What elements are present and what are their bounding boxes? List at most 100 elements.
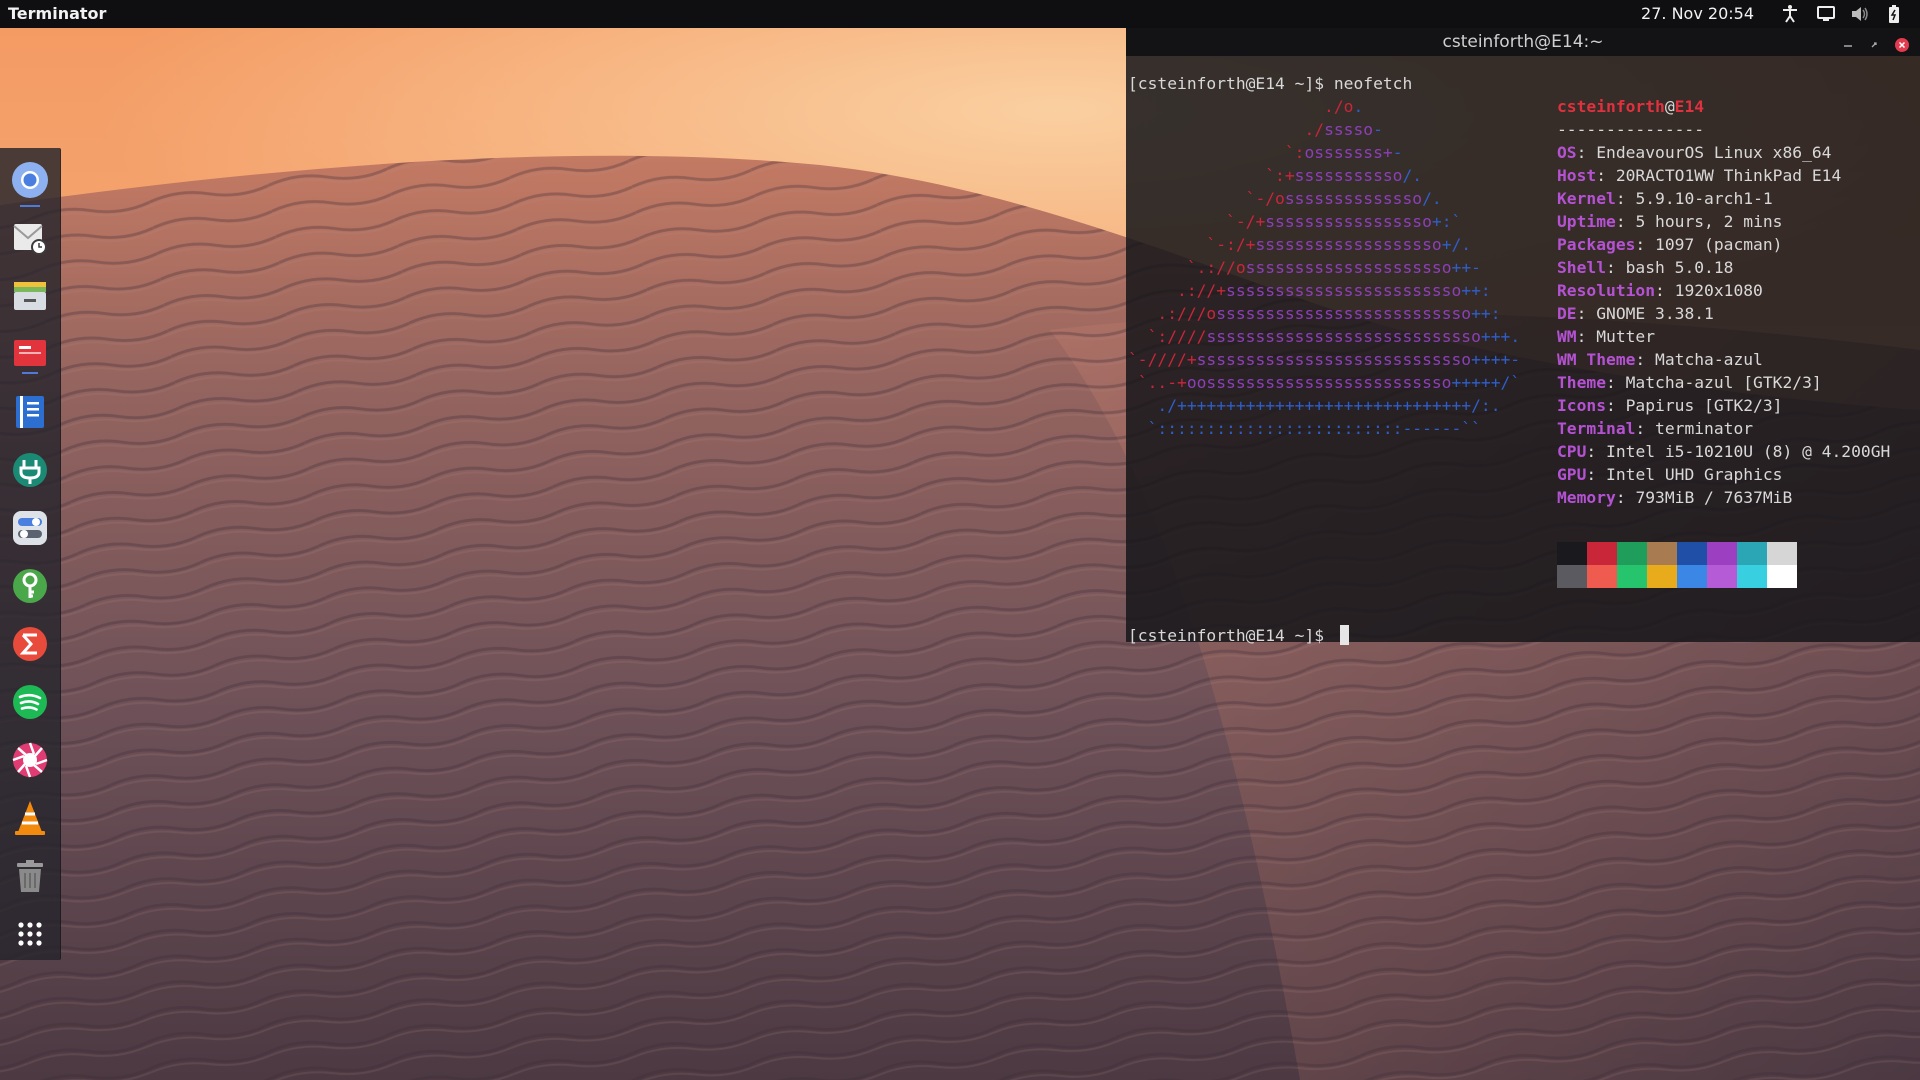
screen-icon[interactable] [1816,4,1836,24]
separator: --------------- [1557,120,1705,139]
color-swatch [1677,542,1707,565]
minimize-icon[interactable] [1840,34,1856,50]
color-swatch [1557,542,1587,565]
info-colon: : [1606,396,1626,415]
key-icon [13,569,47,603]
info-line: WM: Mutter [1557,325,1655,348]
sigma-icon [13,627,47,661]
logo-line: `-////+ssssssssssssssssssssssssssso++++- [1128,348,1520,371]
logo-indent [1128,258,1187,277]
dock-item-keyring[interactable] [8,564,52,608]
info-key: Host [1557,166,1597,185]
logo-blue-part: ++: [1461,281,1491,300]
info-value: Intel i5-10210U (8) @ 4.200GH [1606,442,1891,461]
dock-item-files[interactable] [8,274,52,318]
logo-indent [1128,212,1226,231]
dock-item-chromium[interactable] [8,158,52,207]
info-key: Terminal [1557,419,1636,438]
volume-icon[interactable] [1850,4,1870,24]
dock-item-apps[interactable] [8,912,52,956]
info-value: Matcha-azul [1655,350,1763,369]
at-sign: @ [1664,97,1675,116]
info-colon: : [1586,442,1607,461]
toggle-settings-icon [13,511,47,545]
dock-item-trash[interactable] [8,854,52,898]
color-swatch [1617,542,1647,565]
logo-line: .:///ossssssssssssssssssssssssso++: [1128,302,1501,325]
logo-purple-part: ssssssssssssssssssssssso [1226,281,1462,300]
dock-item-notes[interactable] [8,390,52,434]
logo-red-part: `://// [1147,327,1207,346]
logo-line: `.://osssssssssssssssssssso++- [1128,256,1481,279]
logo-indent [1128,166,1265,185]
logo-red-part: .://+ [1177,281,1227,300]
info-line: DE: GNOME 3.38.1 [1557,302,1714,325]
info-line: Packages: 1097 (pacman) [1557,233,1782,256]
terminal-window[interactable]: csteinforth@E14:~ [csteinforth@E14 ~]$ n… [1126,28,1920,645]
username: csteinforth [1557,97,1665,116]
info-colon: : [1606,373,1626,392]
logo-line: `:osssssss+- [1128,141,1403,164]
dock-item-spotify[interactable] [8,680,52,724]
logo-indent [1128,97,1324,116]
info-colon: : [1596,166,1616,185]
info-key: Memory [1557,488,1616,507]
logo-indent [1128,235,1206,254]
color-swatch [1767,542,1797,565]
accessibility-icon[interactable] [1780,4,1800,24]
info-key: OS [1557,143,1577,162]
info-line: OS: EndeavourOS Linux x86_64 [1557,141,1831,164]
info-key: WM Theme [1557,350,1636,369]
dock-item-vlc[interactable] [8,796,52,840]
logo-purple-part: sssso [1324,120,1374,139]
dock-item-presentation[interactable] [8,332,52,376]
logo-indent [1128,281,1177,300]
logo-blue-part: ./++++++++++++++++++++++++++++++/:. [1157,396,1501,415]
dock-item-settings[interactable] [8,506,52,550]
close-icon[interactable] [1894,34,1910,52]
maximize-icon[interactable] [1866,34,1882,50]
info-colon: : [1615,212,1636,231]
info-line: WM Theme: Matcha-azul [1557,348,1763,371]
logo-blue-part: ++: [1471,304,1501,323]
color-palette-bottom [1557,565,1797,588]
info-key: Shell [1557,258,1607,277]
info-colon: : [1615,488,1636,507]
info-line: Memory: 793MiB / 7637MiB [1557,486,1792,509]
logo-red-part: `.://o [1186,258,1246,277]
info-value: Papirus [GTK2/3] [1625,396,1783,415]
logo-line: `:+sssssssssso/. [1128,164,1422,187]
terminal-body[interactable]: [csteinforth@E14 ~]$ neofetch ./o. ./sss… [1128,56,1920,645]
color-swatch [1587,542,1617,565]
chromium-icon [12,162,48,198]
info-colon: : [1586,465,1607,484]
clock[interactable]: 27. Nov 20:54 [1641,4,1754,23]
logo-indent [1128,143,1285,162]
dock-item-network[interactable] [8,448,52,492]
info-value: 793MiB / 7637MiB [1635,488,1793,507]
logo-line: ./o. [1128,95,1363,118]
dock-item-sublime[interactable] [8,622,52,666]
info-colon: : [1576,304,1597,323]
battery-icon[interactable] [1884,4,1904,24]
color-swatch [1767,565,1797,588]
dock-item-shotwell[interactable] [8,738,52,782]
vlc-cone-icon [15,801,45,835]
logo-red-part: `:+ [1265,166,1295,185]
info-colon: : [1615,189,1636,208]
app-menu-label[interactable]: Terminator [8,4,106,23]
info-line: CPU: Intel i5-10210U (8) @ 4.200GH [1557,440,1890,463]
dock-item-mail[interactable] [8,216,52,260]
file-manager-icon [14,282,46,310]
info-line: Host: 20RACTO1WW ThinkPad E14 [1557,164,1841,187]
terminal-titlebar[interactable]: csteinforth@E14:~ [1126,28,1920,56]
color-swatch [1647,542,1677,565]
info-value: 5 hours, 2 mins [1635,212,1783,231]
logo-blue-part: `:::::::::::::::::::::::::------`` [1147,419,1481,438]
logo-purple-part: sssssssssso [1294,166,1403,185]
logo-blue-part: . [1353,97,1364,116]
info-line: Resolution: 1920x1080 [1557,279,1763,302]
presentation-icon [14,340,46,374]
prompt-line[interactable]: [csteinforth@E14 ~]$ [1128,624,1349,647]
logo-line: `..-+oosssssssssssssssssssssssso+++++/` [1128,371,1520,394]
